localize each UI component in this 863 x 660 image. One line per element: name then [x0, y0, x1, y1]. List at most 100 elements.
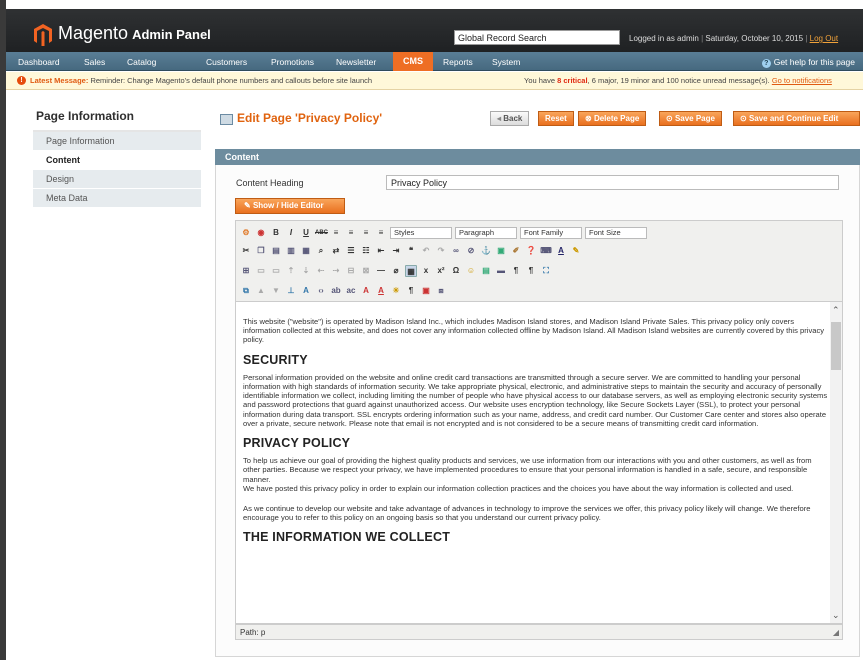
- nav-customers[interactable]: Customers: [206, 57, 247, 67]
- paste-text-icon[interactable]: ▥: [285, 245, 297, 257]
- editor-scrollbar[interactable]: ⌃ ⌄: [830, 302, 842, 623]
- outdent-icon[interactable]: ⇤: [375, 245, 387, 257]
- code-icon[interactable]: ⌨: [540, 245, 552, 257]
- insert-layer-icon[interactable]: ⧉: [240, 285, 252, 297]
- image-icon[interactable]: ▣: [495, 245, 507, 257]
- ltr-icon[interactable]: ¶: [510, 265, 522, 277]
- font-family-select[interactable]: Font Family: [520, 226, 582, 239]
- copy-icon[interactable]: ❐: [255, 245, 267, 257]
- cite-icon[interactable]: ‹›: [315, 285, 327, 297]
- format-select[interactable]: Paragraph: [455, 226, 517, 239]
- split-cells-icon[interactable]: ⊟: [345, 265, 357, 277]
- backcolor-icon[interactable]: ✎: [570, 245, 582, 257]
- content-heading-input[interactable]: [386, 175, 839, 190]
- nonbreaking-icon[interactable]: ▣: [420, 285, 432, 297]
- nav-cms[interactable]: CMS: [393, 52, 433, 71]
- save-page-button[interactable]: ⊙ Save Page: [659, 111, 722, 126]
- editor-content[interactable]: This website ("website") is operated by …: [243, 317, 828, 551]
- resize-handle-icon[interactable]: ◢: [833, 628, 839, 637]
- notifications-link[interactable]: Go to notifications: [772, 76, 832, 85]
- insert-widget-icon[interactable]: ⚙: [240, 227, 252, 239]
- save-continue-button[interactable]: ⊙ Save and Continue Edit: [733, 111, 860, 126]
- sidebar-item-page-information[interactable]: Page Information: [33, 132, 201, 151]
- subscript-icon[interactable]: x: [420, 265, 432, 277]
- pagebreak-icon[interactable]: ⧈: [435, 285, 447, 297]
- del-icon[interactable]: A: [360, 285, 372, 297]
- insert-row-icon[interactable]: ⇡: [285, 265, 297, 277]
- rtl-icon[interactable]: ¶: [525, 265, 537, 277]
- underline-icon[interactable]: U: [300, 227, 312, 239]
- styleprops-icon[interactable]: A: [300, 285, 312, 297]
- visualchars-icon[interactable]: ¶: [405, 285, 417, 297]
- italic-icon[interactable]: I: [285, 227, 297, 239]
- link-icon[interactable]: ∞: [450, 245, 462, 257]
- nav-system[interactable]: System: [492, 57, 520, 67]
- fullscreen-icon[interactable]: ⛶: [540, 265, 552, 277]
- emotions-icon[interactable]: ☺: [465, 265, 477, 277]
- attribs-icon[interactable]: ☀: [390, 285, 402, 297]
- help-editor-icon[interactable]: ❓: [525, 245, 537, 257]
- font-size-select[interactable]: Font Size: [585, 226, 647, 239]
- numbered-list-icon[interactable]: ☷: [360, 245, 372, 257]
- reset-button[interactable]: Reset: [538, 111, 574, 126]
- cell-props-icon[interactable]: ▭: [270, 265, 282, 277]
- advhr-icon[interactable]: ▬: [495, 265, 507, 277]
- delete-col-icon[interactable]: ⇢: [330, 265, 342, 277]
- delete-row-icon[interactable]: ⇣: [300, 265, 312, 277]
- styles-select[interactable]: Styles: [390, 226, 452, 239]
- absolute-icon[interactable]: ⊥: [285, 285, 297, 297]
- find-icon[interactable]: ⌕: [315, 245, 327, 257]
- redo-icon[interactable]: ↷: [435, 245, 447, 257]
- nav-newsletter[interactable]: Newsletter: [336, 57, 376, 67]
- cleanup-icon[interactable]: ✐: [510, 245, 522, 257]
- anchor-icon[interactable]: ⚓: [480, 245, 492, 257]
- align-left-icon[interactable]: ≡: [330, 227, 342, 239]
- cut-icon[interactable]: ✂: [240, 245, 252, 257]
- help-link[interactable]: ? Get help for this page: [761, 57, 855, 68]
- nav-sales[interactable]: Sales: [84, 57, 105, 67]
- merge-cells-icon[interactable]: ⊠: [360, 265, 372, 277]
- align-right-icon[interactable]: ≡: [360, 227, 372, 239]
- move-forward-icon[interactable]: ▲: [255, 285, 267, 297]
- delete-page-button[interactable]: ⊗ Delete Page: [578, 111, 647, 126]
- blockquote-icon[interactable]: ❝: [405, 245, 417, 257]
- row-props-icon[interactable]: ▭: [255, 265, 267, 277]
- sidebar-item-design[interactable]: Design: [33, 170, 201, 189]
- back-button[interactable]: ◂ Back: [490, 111, 530, 126]
- align-justify-icon[interactable]: ≡: [375, 227, 387, 239]
- paste-word-icon[interactable]: ▦: [300, 245, 312, 257]
- ins-icon[interactable]: A: [375, 285, 387, 297]
- nav-dashboard[interactable]: Dashboard: [18, 57, 60, 67]
- bold-icon[interactable]: B: [270, 227, 282, 239]
- sidebar-item-meta-data[interactable]: Meta Data: [33, 189, 201, 208]
- indent-icon[interactable]: ⇥: [390, 245, 402, 257]
- insert-col-icon[interactable]: ⇠: [315, 265, 327, 277]
- unlink-icon[interactable]: ⊘: [465, 245, 477, 257]
- scroll-down-icon[interactable]: ⌄: [832, 610, 840, 621]
- align-center-icon[interactable]: ≡: [345, 227, 357, 239]
- table-icon[interactable]: ⊞: [240, 265, 252, 277]
- scroll-thumb[interactable]: [831, 322, 841, 370]
- paste-icon[interactable]: ▤: [270, 245, 282, 257]
- abbr-icon[interactable]: ab: [330, 285, 342, 297]
- sidebar-item-content[interactable]: Content: [33, 151, 201, 170]
- strikethrough-icon[interactable]: ABC: [315, 227, 328, 239]
- horizontal-rule-icon[interactable]: —: [375, 265, 387, 277]
- global-search-input[interactable]: [454, 30, 620, 45]
- forecolor-icon[interactable]: A: [555, 245, 567, 257]
- wysiwyg-editor[interactable]: This website ("website") is operated by …: [235, 302, 843, 624]
- media-icon[interactable]: ▤: [480, 265, 492, 277]
- replace-icon[interactable]: ⇄: [330, 245, 342, 257]
- visual-aid-icon[interactable]: ▦: [405, 264, 417, 277]
- move-backward-icon[interactable]: ▼: [270, 285, 282, 297]
- charmap-icon[interactable]: Ω: [450, 265, 462, 277]
- logout-link[interactable]: Log Out: [810, 34, 838, 43]
- nav-reports[interactable]: Reports: [443, 57, 473, 67]
- insert-image-icon[interactable]: ◉: [255, 227, 267, 239]
- remove-format-icon[interactable]: ⌀: [390, 265, 402, 277]
- scroll-up-icon[interactable]: ⌃: [832, 305, 840, 316]
- nav-promotions[interactable]: Promotions: [271, 57, 314, 67]
- nav-catalog[interactable]: Catalog: [127, 57, 156, 67]
- undo-icon[interactable]: ↶: [420, 245, 432, 257]
- bullet-list-icon[interactable]: ☰: [345, 245, 357, 257]
